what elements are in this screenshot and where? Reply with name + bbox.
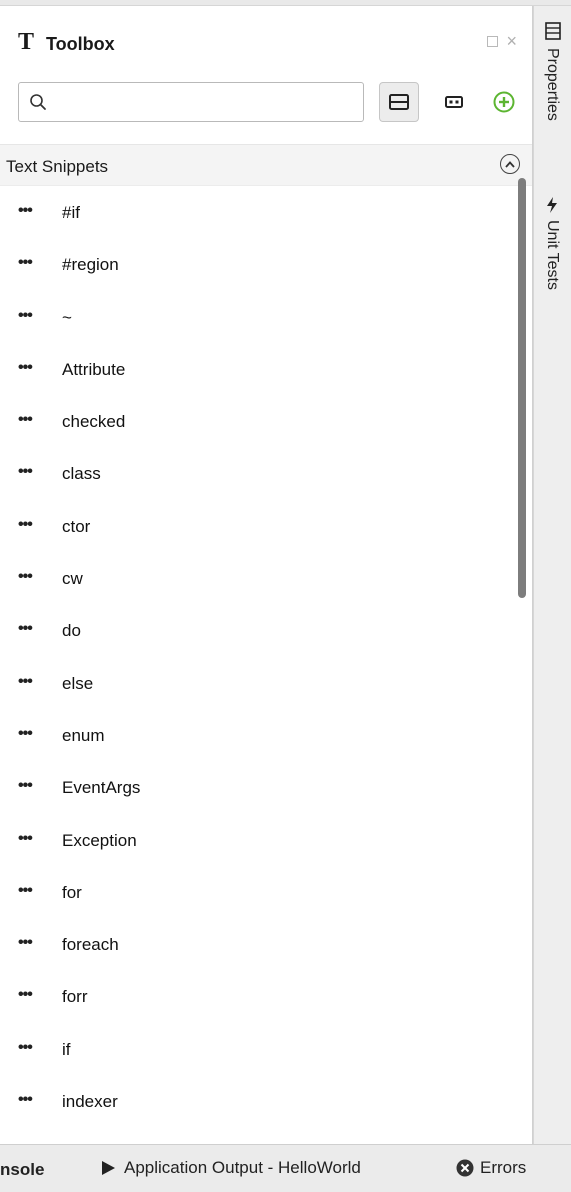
snippet-label: Attribute bbox=[62, 359, 126, 379]
snippet-icon: ••• bbox=[18, 777, 33, 795]
lightning-icon bbox=[547, 197, 557, 213]
snippet-item[interactable]: ••• #region bbox=[0, 240, 520, 292]
snippet-label: checked bbox=[62, 412, 126, 432]
snippet-label: class bbox=[62, 464, 101, 484]
snippet-item[interactable]: ••• Exception bbox=[0, 816, 520, 868]
toolbox-icon: T bbox=[18, 29, 35, 55]
chevron-up-icon bbox=[505, 160, 515, 168]
play-icon bbox=[102, 1161, 115, 1175]
snippet-icon: ••• bbox=[18, 1038, 33, 1056]
snippet-item[interactable]: ••• EventArgs bbox=[0, 763, 520, 815]
minimize-icon[interactable] bbox=[487, 35, 499, 47]
panel-header: T Toolbox × bbox=[0, 6, 532, 76]
error-icon bbox=[456, 1159, 474, 1177]
tab-properties-label: Properties bbox=[544, 48, 561, 121]
snippet-item[interactable]: ••• for bbox=[0, 868, 520, 920]
snippet-item[interactable]: ••• ctor bbox=[0, 502, 520, 554]
panel-title: Toolbox bbox=[46, 34, 115, 54]
search-icon bbox=[30, 94, 46, 110]
snippet-icon: ••• bbox=[18, 202, 33, 219]
snippet-label: cw bbox=[62, 569, 83, 589]
snippet-label: enum bbox=[62, 725, 105, 745]
snippet-label: for bbox=[62, 882, 82, 902]
snippet-icon: ••• bbox=[18, 358, 33, 376]
search-input[interactable] bbox=[55, 84, 363, 120]
snippet-item[interactable]: ••• if bbox=[0, 1025, 520, 1077]
snippet-label: forr bbox=[62, 987, 88, 1007]
snippet-icon: ••• bbox=[18, 254, 33, 272]
snippet-item[interactable]: ••• indexer bbox=[0, 1077, 520, 1129]
snippet-list: ••• #if ••• #region ••• ~ ••• Attribute ••• check… bbox=[0, 188, 532, 1129]
snippet-item[interactable]: ••• forr bbox=[0, 972, 520, 1024]
snippet-icon: ••• bbox=[18, 881, 33, 899]
application-output-tab[interactable]: Application Output - HelloWorld bbox=[100, 1157, 361, 1179]
snippet-label: Exception bbox=[62, 830, 137, 850]
snippet-item[interactable]: ••• foreach bbox=[0, 920, 520, 972]
snippet-item[interactable]: ••• Attribute bbox=[0, 345, 520, 397]
snippet-icon: ••• bbox=[18, 1091, 33, 1109]
toolbox-window: T Toolbox × Text Snippets ••• #if ••• #r… bbox=[0, 0, 571, 1192]
snippet-icon: ••• bbox=[18, 829, 33, 847]
properties-icon bbox=[545, 22, 561, 40]
compact-view-icon bbox=[445, 96, 463, 108]
toolbox-panel: T Toolbox × Text Snippets ••• #if ••• #r… bbox=[0, 6, 533, 1144]
search-box[interactable] bbox=[18, 82, 364, 122]
snippet-icon: ••• bbox=[18, 724, 33, 742]
list-view-button[interactable] bbox=[379, 82, 419, 122]
snippet-label: #if bbox=[62, 203, 80, 222]
snippet-icon: ••• bbox=[18, 411, 33, 429]
category-header[interactable]: Text Snippets bbox=[0, 144, 532, 186]
snippet-item[interactable]: ••• do bbox=[0, 606, 520, 658]
console-tab[interactable]: nsole bbox=[0, 1160, 44, 1180]
snippet-item[interactable]: ••• else bbox=[0, 659, 520, 711]
tab-unit-tests-label: Unit Tests bbox=[544, 220, 561, 290]
snippet-label: if bbox=[62, 1039, 71, 1059]
scrollbar-thumb[interactable] bbox=[518, 178, 526, 598]
application-output-label: Application Output - HelloWorld bbox=[124, 1158, 361, 1177]
errors-label: Errors bbox=[480, 1158, 527, 1177]
snippet-label: ctor bbox=[62, 516, 91, 536]
snippet-icon: ••• bbox=[18, 568, 33, 586]
snippet-label: foreach bbox=[62, 935, 119, 955]
snippet-label: else bbox=[62, 673, 94, 693]
snippet-icon: ••• bbox=[18, 515, 33, 533]
snippet-icon: ••• bbox=[18, 306, 33, 324]
snippet-icon: ••• bbox=[18, 620, 33, 638]
snippet-label: ~ bbox=[62, 307, 72, 327]
compact-view-button[interactable] bbox=[437, 82, 471, 122]
snippet-icon: ••• bbox=[18, 672, 33, 690]
snippet-item[interactable]: ••• class bbox=[0, 449, 520, 501]
category-label: Text Snippets bbox=[6, 157, 109, 176]
side-tab-bar: Properties Unit Tests bbox=[533, 6, 571, 1144]
snippet-label: #region bbox=[62, 255, 119, 275]
tab-properties[interactable]: Properties bbox=[534, 22, 571, 172]
snippet-label: do bbox=[62, 621, 81, 641]
errors-tab[interactable]: Errors bbox=[456, 1157, 526, 1179]
snippet-item[interactable]: ••• #if bbox=[0, 188, 520, 240]
add-item-button[interactable] bbox=[487, 82, 521, 122]
window-controls: × bbox=[487, 32, 517, 50]
snippet-label: indexer bbox=[62, 1092, 118, 1112]
add-circle-icon bbox=[493, 91, 515, 113]
snippet-icon: ••• bbox=[18, 463, 33, 481]
snippet-item[interactable]: ••• checked bbox=[0, 397, 520, 449]
snippet-label: EventArgs bbox=[62, 778, 141, 798]
close-icon[interactable]: × bbox=[506, 32, 517, 50]
snippet-item[interactable]: ••• ~ bbox=[0, 293, 520, 345]
snippet-item[interactable]: ••• cw bbox=[0, 554, 520, 606]
collapse-button[interactable] bbox=[500, 154, 520, 174]
snippet-item[interactable]: ••• enum bbox=[0, 711, 520, 763]
bottom-pad-bar: nsole Application Output - HelloWorld Er… bbox=[0, 1144, 571, 1192]
tab-unit-tests[interactable]: Unit Tests bbox=[534, 196, 571, 326]
list-view-icon bbox=[389, 94, 409, 110]
snippet-icon: ••• bbox=[18, 934, 33, 952]
snippet-icon: ••• bbox=[18, 986, 33, 1004]
